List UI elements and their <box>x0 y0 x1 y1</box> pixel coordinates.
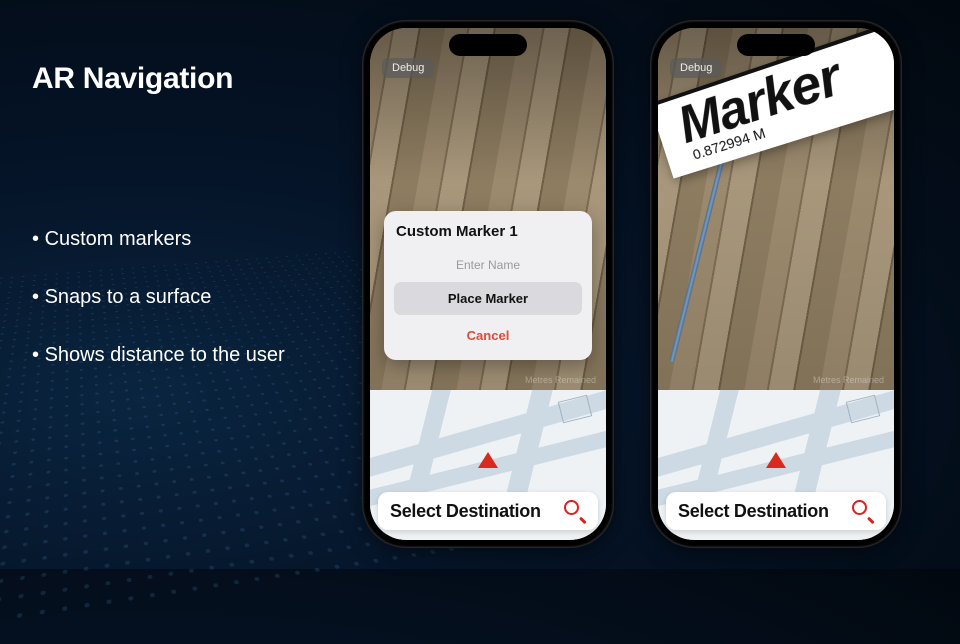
dynamic-island <box>449 34 527 56</box>
modal-title: Custom Marker 1 <box>394 223 582 240</box>
user-location-icon <box>478 452 498 468</box>
phone-mockup-left: Debug Metres Remained Custom Marker 1 En… <box>362 20 614 548</box>
dynamic-island <box>737 34 815 56</box>
custom-marker-modal: Custom Marker 1 Enter Name Place Marker … <box>384 211 592 360</box>
phone-mockup-right: Debug Remove Metres Remained Marker 0.87… <box>650 20 902 548</box>
place-marker-button[interactable]: Place Marker <box>394 282 582 315</box>
phone-screen: Debug Metres Remained Custom Marker 1 En… <box>370 28 606 540</box>
search-icon <box>852 500 874 522</box>
bullet-item: Snaps to a surface <box>32 283 285 311</box>
bullet-item: Custom markers <box>32 225 285 253</box>
bullet-list: Custom markers Snaps to a surface Shows … <box>32 225 285 399</box>
debug-button[interactable]: Debug <box>670 58 722 78</box>
minimap[interactable]: Select Destination <box>658 390 894 540</box>
watermark-text: Metres Remained <box>813 375 884 385</box>
select-destination-button[interactable]: Select Destination <box>378 492 598 530</box>
select-destination-label: Select Destination <box>678 501 829 522</box>
bullet-item: Shows distance to the user <box>32 341 285 369</box>
select-destination-button[interactable]: Select Destination <box>666 492 886 530</box>
minimap[interactable]: Select Destination <box>370 390 606 540</box>
debug-button[interactable]: Debug <box>382 58 434 78</box>
watermark-text: Metres Remained <box>525 375 596 385</box>
slide-title: AR Navigation <box>32 62 233 96</box>
marker-name-input[interactable]: Enter Name <box>394 252 582 282</box>
user-location-icon <box>766 452 786 468</box>
search-icon <box>564 500 586 522</box>
phone-screen: Debug Remove Metres Remained Marker 0.87… <box>658 28 894 540</box>
cancel-button[interactable]: Cancel <box>394 321 582 350</box>
select-destination-label: Select Destination <box>390 501 541 522</box>
